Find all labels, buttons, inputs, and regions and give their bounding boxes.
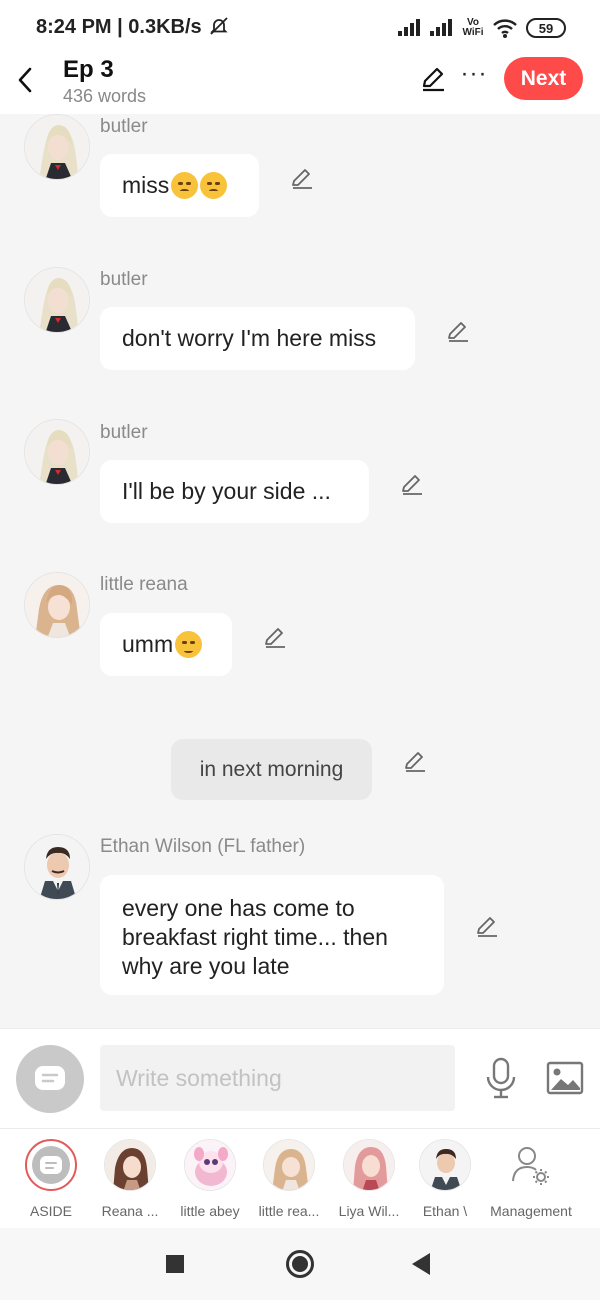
pencil-icon (402, 475, 422, 495)
pencil-icon (477, 917, 497, 937)
aside-toggle-button[interactable] (16, 1045, 84, 1113)
status-icons: Vo WiFi 59 (398, 14, 566, 42)
episode-title: Ep 3 (63, 56, 114, 83)
status-time: 8:24 PM | 0.3KB/s (36, 16, 229, 39)
message-bubble[interactable]: miss (100, 154, 259, 217)
pencil-icon (422, 67, 444, 92)
character-management[interactable]: Management (485, 1139, 577, 1219)
butler-portrait (25, 115, 89, 179)
battery-indicator: 59 (526, 18, 566, 38)
message-composer (0, 1028, 600, 1128)
message-text: I'll be by your side ... (122, 478, 331, 504)
voice-input-button[interactable] (484, 1057, 518, 1099)
recents-button[interactable] (166, 1255, 184, 1273)
message-bubble[interactable]: every one has come to breakfast right ti… (100, 875, 444, 995)
pensive-face-emoji (171, 172, 199, 199)
message-text: don't worry I'm here miss (122, 325, 377, 351)
little-reana-avatar (263, 1139, 315, 1191)
home-button[interactable] (286, 1250, 314, 1278)
reana-avatar (104, 1139, 156, 1191)
character-aside[interactable]: ASIDE (11, 1139, 91, 1219)
character-label: little rea... (258, 1203, 320, 1219)
character-name: butler (100, 422, 148, 443)
edit-message-button[interactable] (445, 319, 471, 345)
character-reana[interactable]: Reana ... (90, 1139, 170, 1219)
character-little-reana[interactable]: little rea... (249, 1139, 329, 1219)
edit-message-button[interactable] (474, 914, 500, 940)
status-bar: 8:24 PM | 0.3KB/s Vo WiFi 59 (0, 0, 600, 56)
edit-message-button[interactable] (402, 749, 428, 775)
character-label: ASIDE (29, 1203, 72, 1219)
character-label: Ethan \ (422, 1203, 468, 1219)
little-reana-avatar[interactable] (24, 572, 90, 638)
image-icon (546, 1061, 584, 1095)
butler-avatar[interactable] (24, 267, 90, 333)
pencil-icon (292, 169, 312, 189)
edit-episode-button[interactable] (418, 64, 448, 94)
microphone-icon (486, 1057, 516, 1099)
back-button[interactable] (10, 60, 40, 100)
character-name: Ethan Wilson (FL father) (100, 836, 306, 857)
mute-bell-icon (210, 17, 228, 35)
character-label: Management (490, 1203, 572, 1219)
liya-avatar (343, 1139, 395, 1191)
smiling-face-emoji (175, 631, 203, 658)
little-abey-avatar (184, 1139, 236, 1191)
butler-avatar[interactable] (24, 419, 90, 485)
system-nav-bar (0, 1228, 600, 1300)
ethan-wilson-portrait (25, 835, 89, 899)
signal-icon (398, 18, 422, 38)
signal-icon (430, 18, 454, 38)
character-label: Liya Wil... (338, 1203, 400, 1219)
edit-message-button[interactable] (289, 166, 315, 192)
chevron-left-icon (18, 67, 32, 93)
vowifi-label: Vo WiFi (462, 17, 484, 38)
message-bubble[interactable]: I'll be by your side ... (100, 460, 369, 523)
character-selector: ASIDE Reana ... little abey little rea..… (0, 1128, 600, 1228)
character-name: little reana (100, 574, 188, 595)
butler-avatar[interactable] (24, 114, 90, 180)
butler-portrait (25, 268, 89, 332)
edit-message-button[interactable] (399, 472, 425, 498)
user-gear-icon (505, 1139, 557, 1191)
aside-icon (25, 1139, 77, 1191)
message-text: every one has come to breakfast right ti… (122, 895, 388, 979)
message-bubble[interactable]: don't worry I'm here miss (100, 307, 415, 370)
ethan-avatar (419, 1139, 471, 1191)
worried-face-emoji (200, 172, 228, 199)
pencil-icon (405, 752, 425, 772)
pencil-icon (448, 322, 468, 342)
character-name: butler (100, 116, 148, 137)
character-little-abey[interactable]: little abey (170, 1139, 250, 1219)
episode-header: Ep 3 436 words ··· Next (0, 56, 600, 114)
wifi-icon (493, 19, 517, 38)
aside-icon (35, 1066, 65, 1090)
edit-message-button[interactable] (262, 625, 288, 651)
character-liya[interactable]: Liya Wil... (329, 1139, 409, 1219)
word-count: 436 words (63, 86, 147, 106)
message-bubble[interactable]: umm (100, 613, 232, 676)
insert-image-button[interactable] (546, 1061, 584, 1095)
aside-text: in next morning (199, 757, 344, 781)
chat-area[interactable]: butler miss butler don't worry I'm here … (0, 114, 600, 1028)
next-button[interactable]: Next (504, 57, 583, 100)
ethan-wilson-avatar[interactable] (24, 834, 90, 900)
character-label: little abey (180, 1203, 240, 1219)
character-ethan[interactable]: Ethan \ (405, 1139, 485, 1219)
little-reana-portrait (25, 573, 89, 637)
message-text: miss (122, 172, 170, 198)
character-name: butler (100, 269, 148, 290)
system-back-button[interactable] (412, 1253, 430, 1275)
message-text: umm (122, 631, 174, 657)
more-options-button[interactable]: ··· (460, 60, 488, 94)
character-label: Reana ... (101, 1203, 159, 1219)
aside-bubble[interactable]: in next morning (171, 739, 372, 800)
message-input[interactable] (100, 1045, 455, 1111)
butler-portrait (25, 420, 89, 484)
pencil-icon (265, 628, 285, 648)
